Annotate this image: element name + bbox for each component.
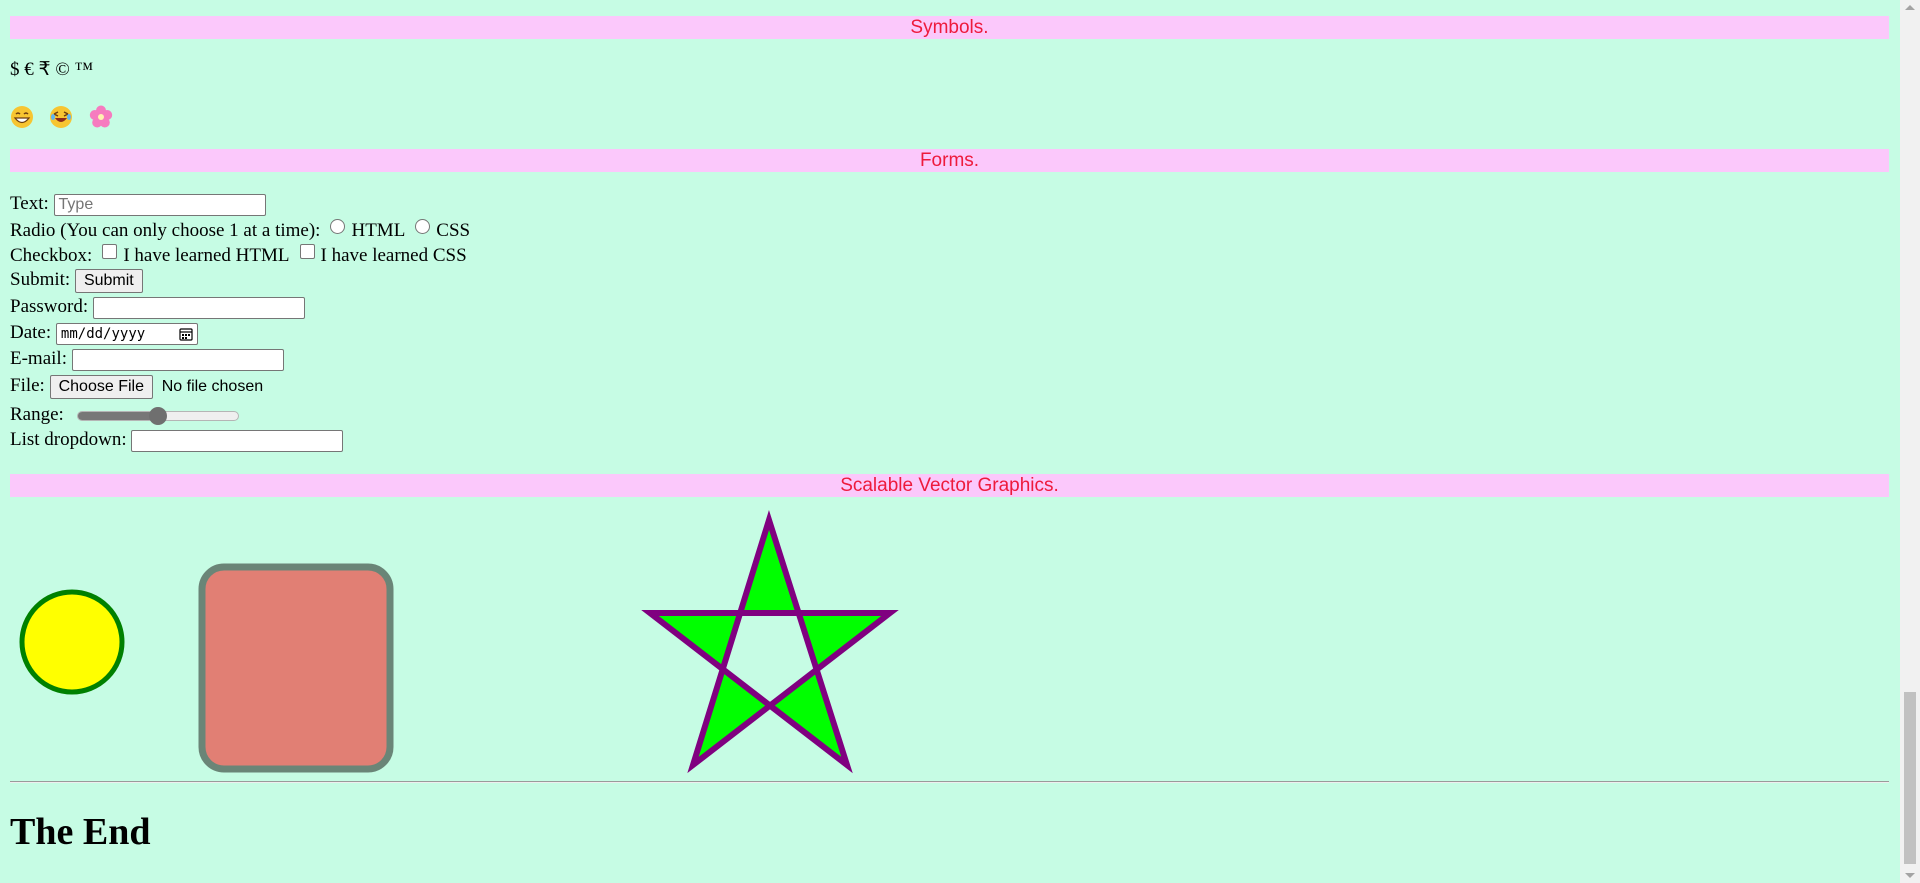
- range-thumb[interactable]: [148, 406, 167, 425]
- section-header-svg: Scalable Vector Graphics.: [10, 474, 1889, 497]
- date-placeholder: mm/dd/yyyy: [60, 325, 146, 342]
- checkbox-label: Checkbox:: [10, 245, 93, 266]
- rounded-rectangle: [198, 563, 394, 773]
- range-row: Range:: [10, 403, 239, 427]
- laughing-face-icon: [49, 105, 75, 131]
- submit-button[interactable]: Submit: [74, 268, 143, 293]
- vertical-scrollbar[interactable]: [1900, 0, 1920, 883]
- symbols-text: $ € ₹ © ™: [10, 59, 94, 80]
- password-input[interactable]: [92, 296, 305, 319]
- yellow-circle: [19, 589, 125, 695]
- green-star: [641, 509, 899, 774]
- page: Symbols. $ € ₹ © ™ Forms. Text: Type Rad…: [0, 0, 1900, 883]
- checkbox-css-label: I have learned CSS: [320, 245, 467, 266]
- email-row: E-mail:: [10, 347, 284, 371]
- checkbox-row: Checkbox: I have learned HTML I have learn…: [10, 244, 467, 268]
- submit-row: Submit: Submit: [10, 268, 143, 293]
- checkbox-html[interactable]: [102, 244, 118, 259]
- file-row: File: Choose File No file chosen: [10, 374, 263, 399]
- list-dropdown-input[interactable]: [131, 429, 344, 452]
- text-input[interactable]: Type: [53, 193, 266, 216]
- grinning-face-icon: [10, 105, 36, 131]
- text-row: Text: Type: [10, 192, 266, 216]
- radio-html-label: HTML: [351, 220, 406, 241]
- section-header-forms: Forms.: [10, 149, 1889, 172]
- scrollbar-thumb[interactable]: [1904, 692, 1916, 864]
- radio-html[interactable]: [330, 219, 346, 234]
- section-header-symbols: Symbols.: [10, 16, 1889, 39]
- range-fill: [77, 411, 158, 420]
- text-label: Text:: [10, 193, 49, 214]
- date-row: Date: mm/dd/yyyy: [10, 321, 198, 345]
- checkbox-html-label: I have learned HTML: [123, 245, 290, 266]
- password-label: Password:: [10, 296, 89, 317]
- scroll-up-arrow-icon[interactable]: [1905, 5, 1915, 10]
- footer-title: The End: [10, 811, 151, 853]
- date-input[interactable]: mm/dd/yyyy: [55, 322, 198, 345]
- radio-label: Radio (You can only choose 1 at a time):: [10, 220, 321, 241]
- pink-flower-icon: [89, 105, 115, 131]
- file-label: File:: [10, 375, 45, 396]
- file-status: No file chosen: [161, 377, 264, 395]
- svg-canvas: [19, 509, 899, 774]
- email-label: E-mail:: [10, 348, 67, 369]
- range-slider[interactable]: [76, 406, 239, 425]
- horizontal-rule: [10, 781, 1889, 783]
- submit-label: Submit:: [10, 269, 71, 290]
- list-label: List dropdown:: [10, 429, 127, 450]
- radio-css-label: CSS: [436, 220, 471, 241]
- calendar-icon[interactable]: [179, 327, 193, 341]
- checkbox-css[interactable]: [299, 244, 315, 259]
- scroll-down-arrow-icon[interactable]: [1905, 873, 1915, 878]
- emoji-row: [10, 104, 121, 131]
- list-row: List dropdown:: [10, 428, 344, 452]
- radio-css[interactable]: [415, 219, 431, 234]
- date-label: Date:: [10, 322, 52, 343]
- password-row: Password:: [10, 295, 305, 319]
- email-input[interactable]: [71, 348, 284, 371]
- choose-file-button[interactable]: Choose File: [49, 374, 153, 399]
- radio-row: Radio (You can only choose 1 at a time):…: [10, 219, 470, 243]
- range-label: Range:: [10, 404, 64, 425]
